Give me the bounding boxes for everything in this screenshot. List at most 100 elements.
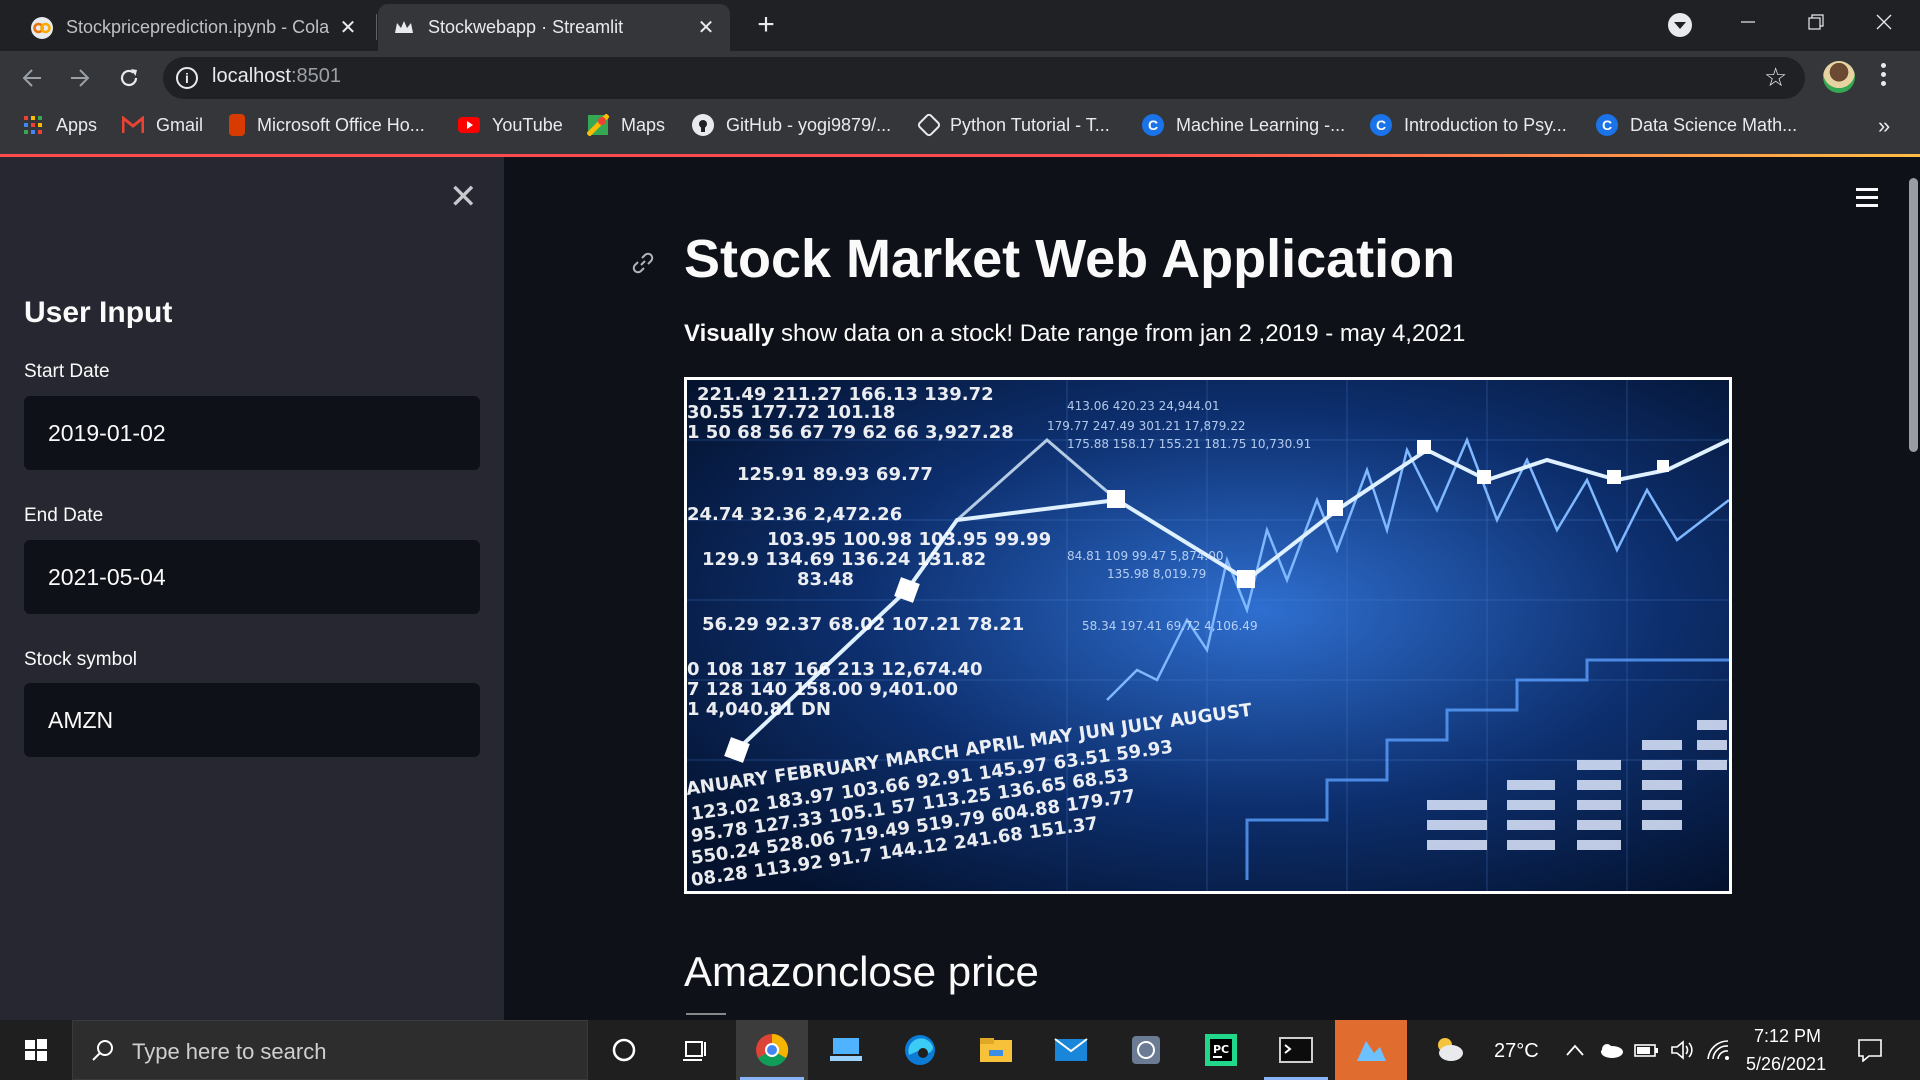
svg-text:7 128 140 158.00 9,401.00: 7 128 140 158.00 9,401.00: [687, 679, 958, 700]
url-port: :8501: [290, 65, 341, 87]
tab-streamlit[interactable]: Stockwebapp · Streamlit ✕: [378, 4, 730, 51]
site-info-icon[interactable]: i: [176, 67, 198, 89]
restore-button[interactable]: [1782, 0, 1850, 44]
end-date-label: End Date: [24, 505, 104, 526]
search-icon: [68, 1020, 138, 1080]
terminal-taskbar-icon[interactable]: [1260, 1020, 1332, 1080]
bookmark-office[interactable]: Microsoft Office Ho...: [229, 107, 425, 143]
bookmark-label: YouTube: [492, 114, 563, 135]
tab-colab[interactable]: Stockpriceprediction.ipynb - Cola ✕: [16, 4, 372, 51]
apps-grid-icon: [22, 114, 44, 136]
svg-text:24.74 32.36 2,472.26: 24.74 32.36 2,472.26: [687, 504, 902, 525]
bookmark-python-tutorial[interactable]: Python Tutorial - T...: [916, 107, 1110, 143]
bookmark-maps[interactable]: Maps: [587, 107, 665, 143]
stock-market-hero-image: 221.49 211.27 166.13 139.72 30.55 177.72…: [684, 377, 1732, 894]
tab-search-dropdown-icon[interactable]: [1668, 13, 1692, 37]
active-app-taskbar-icon[interactable]: [1335, 1020, 1407, 1080]
stock-symbol-input[interactable]: AMZN: [24, 683, 480, 757]
svg-text:83.48: 83.48: [797, 569, 854, 590]
chart-peek: [686, 1013, 726, 1020]
minimize-button[interactable]: [1714, 0, 1782, 44]
forward-button[interactable]: [64, 62, 96, 94]
hamburger-menu-icon[interactable]: [1856, 188, 1878, 212]
svg-text:58.34 197.41 69.72 4,106.: 58.34 197.41 69.72 4,106.49: [1082, 619, 1258, 633]
subtitle-bold: Visually: [684, 320, 775, 347]
back-button[interactable]: [16, 62, 48, 94]
bookmark-label: Maps: [621, 114, 666, 135]
svg-text:1 50 68 56 67 79 62 66 3,927.2: 1 50 68 56 67 79 62 66 3,927.28: [687, 422, 1014, 443]
colab-icon: [30, 16, 54, 40]
onedrive-cloud-icon[interactable]: [1594, 1020, 1628, 1080]
file-explorer-taskbar-icon[interactable]: [960, 1020, 1032, 1080]
bookmark-intro-psychology[interactable]: C Introduction to Psy...: [1370, 107, 1567, 143]
chrome-taskbar-icon[interactable]: [736, 1020, 808, 1080]
close-window-button[interactable]: [1850, 0, 1918, 44]
bookmark-data-science-math[interactable]: C Data Science Math...: [1596, 107, 1797, 143]
close-tab-icon[interactable]: ✕: [696, 17, 716, 39]
tab-title: Stockwebapp · Streamlit: [428, 17, 624, 37]
bookmark-youtube[interactable]: YouTube: [458, 107, 563, 143]
volume-icon[interactable]: [1666, 1020, 1700, 1080]
edge-taskbar-icon[interactable]: [884, 1020, 956, 1080]
address-bar[interactable]: [163, 57, 1805, 99]
anchor-link-icon[interactable]: [630, 250, 656, 281]
bookmark-github[interactable]: GitHub - yogi9879/...: [692, 107, 891, 143]
svg-text:1 4,040.81 DN: 1 4,040.81 DN: [687, 699, 831, 720]
bookmark-label: Gmail: [156, 114, 204, 135]
clock-date[interactable]: 5/26/2021: [1746, 1054, 1826, 1075]
pycharm-taskbar-icon[interactable]: PC: [1185, 1020, 1257, 1080]
task-view-icon[interactable]: [660, 1020, 732, 1080]
page-title: Stock Market Web Application: [684, 229, 1456, 289]
svg-text:179.77 247.49 301.21 17,879: 179.77 247.49 301.21 17,879.22: [1047, 419, 1245, 433]
page-subtitle: Visually show data on a stock! Date rang…: [684, 320, 1465, 348]
windows-start-icon[interactable]: [0, 1020, 72, 1080]
bookmark-star-icon[interactable]: ☆: [1764, 62, 1787, 93]
url-text[interactable]: localhost:8501: [212, 65, 341, 88]
wifi-icon[interactable]: [1702, 1020, 1736, 1080]
svg-text:175.88 158.17 155.21 181.75: 175.88 158.17 155.21 181.75 10,730.91: [1067, 437, 1311, 451]
more-bookmarks-icon[interactable]: »: [1878, 113, 1890, 139]
svg-text:84.81 109 99.47 5,874.00: 84.81 109 99.47 5,874.00: [1067, 549, 1224, 563]
svg-text:0 108 187 166 213 12,: 0 108 187 166 213 12,674.40: [687, 659, 983, 680]
cortana-icon[interactable]: [588, 1020, 660, 1080]
end-date-input[interactable]: 2021-05-04: [24, 540, 480, 614]
chevron-up-icon[interactable]: [1560, 1020, 1590, 1080]
bookmark-gmail[interactable]: Gmail: [122, 107, 203, 143]
svg-text:PC: PC: [1213, 1043, 1229, 1056]
bookmark-label: Microsoft Office Ho...: [257, 114, 425, 135]
sidebar-title: User Input: [24, 296, 173, 329]
bookmark-label: GitHub - yogi9879/...: [726, 114, 892, 135]
scrollbar[interactable]: [1909, 178, 1918, 452]
url-host: localhost: [212, 65, 291, 87]
section-heading: Amazonclose price: [684, 948, 1039, 995]
profile-avatar[interactable]: [1823, 61, 1855, 93]
bookmark-apps[interactable]: Apps: [22, 107, 97, 143]
github-icon: [692, 114, 714, 136]
bookmark-machine-learning[interactable]: C Machine Learning -...: [1142, 107, 1345, 143]
close-tab-icon[interactable]: ✕: [338, 17, 358, 39]
coursera-icon: C: [1596, 114, 1618, 136]
computer-taskbar-icon[interactable]: [810, 1020, 882, 1080]
app-taskbar-icon[interactable]: [1110, 1020, 1182, 1080]
close-sidebar-icon[interactable]: ✕: [449, 180, 478, 214]
new-tab-button[interactable]: +: [750, 10, 782, 42]
weather-icon[interactable]: [1428, 1020, 1468, 1080]
coursera-icon: C: [1142, 114, 1164, 136]
svg-text:103.95 100.98 103.95 99.99: 103.95 100.98 103.95 99.99: [767, 529, 1051, 550]
bookmark-label: Apps: [56, 114, 98, 135]
notifications-icon[interactable]: [1840, 1020, 1900, 1080]
svg-text:30.55 177.72 101.18: 30.55 177.72 101.18: [687, 402, 895, 423]
start-date-input[interactable]: 2019-01-02: [24, 396, 480, 470]
svg-text:125.91 89.93 69.77: 125.91 89.93 69.77: [737, 464, 933, 485]
battery-icon[interactable]: [1630, 1020, 1664, 1080]
bookmark-label: Data Science Math...: [1630, 114, 1798, 135]
subtitle-text: show data on a stock! Date range from ja…: [774, 320, 1466, 347]
mail-taskbar-icon[interactable]: [1035, 1020, 1107, 1080]
office-icon: [229, 114, 245, 136]
clock-time[interactable]: 7:12 PM: [1754, 1026, 1821, 1047]
tab-separator: [376, 14, 377, 40]
coursera-icon: C: [1370, 114, 1392, 136]
tab-title: Stockpriceprediction.ipynb - Cola: [66, 17, 330, 37]
menu-kebab-icon[interactable]: [1880, 63, 1888, 90]
reload-button[interactable]: [113, 62, 145, 94]
